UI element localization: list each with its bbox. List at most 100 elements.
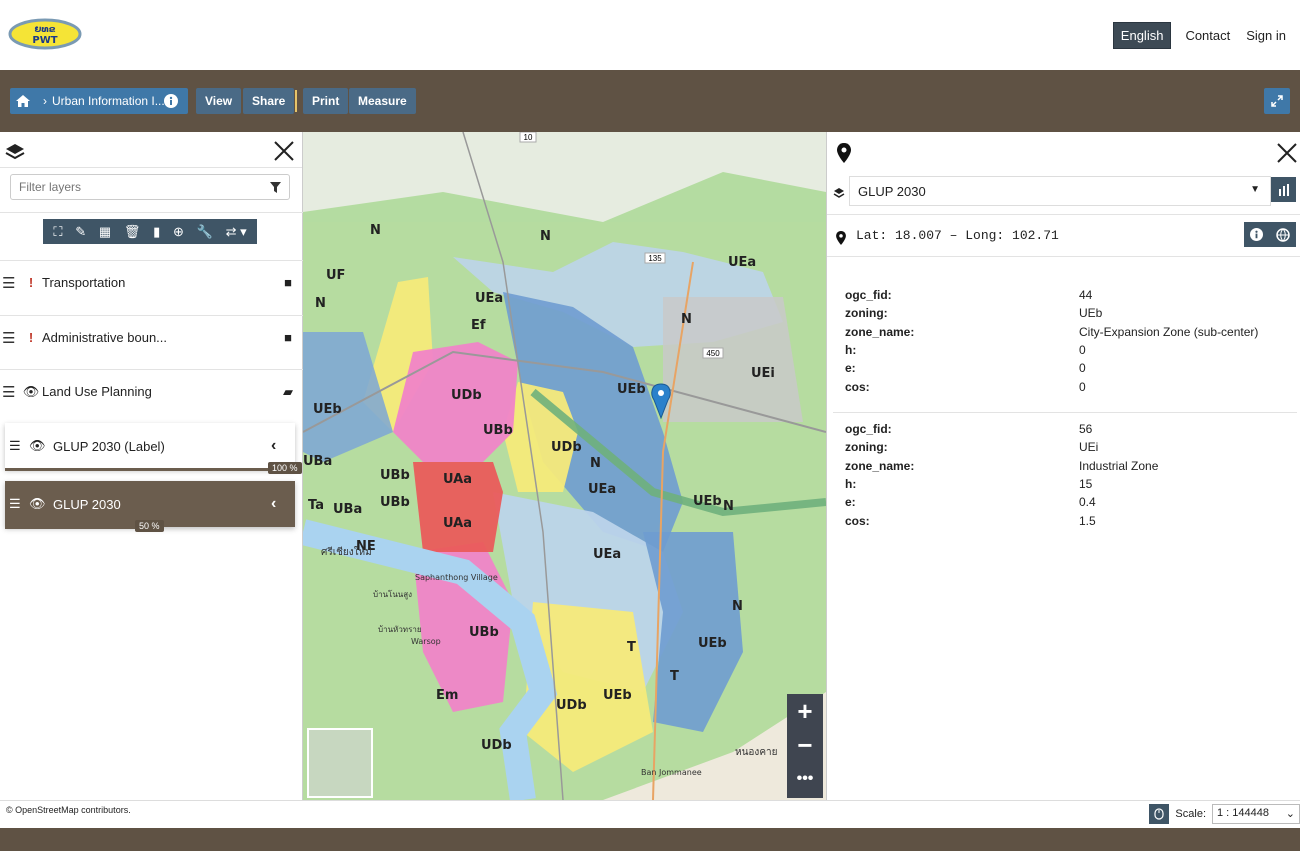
- trash-icon[interactable]: 🗑: [124, 224, 141, 240]
- layer-row-administrative[interactable]: ☰ ! Administrative boun... ■: [0, 315, 303, 359]
- coordinates-readout: Lat: 18.007 – Long: 102.71: [856, 228, 1059, 243]
- zoom-out-button[interactable]: −: [787, 728, 823, 762]
- opacity-slider[interactable]: [5, 526, 150, 529]
- zoom-to-extent-icon[interactable]: ⛶: [53, 224, 62, 240]
- eraser-icon[interactable]: ✎: [75, 224, 86, 240]
- zone-label: UBa: [333, 502, 362, 517]
- mouse-position-button[interactable]: [1149, 804, 1170, 824]
- scale-control: Scale: 1 : 144448 ⌄: [1149, 804, 1300, 824]
- bar-chart-icon: [1278, 183, 1289, 196]
- zone-label: UEb: [698, 636, 727, 651]
- zone-label: Em: [436, 688, 458, 703]
- zone-label: UBb: [469, 625, 499, 640]
- feature-attribute: zoning: UEi: [845, 440, 1099, 455]
- eye-icon[interactable]: 👁: [20, 384, 42, 400]
- fullscreen-button[interactable]: [1264, 88, 1290, 114]
- zoom-in-button[interactable]: +: [787, 694, 823, 728]
- folder-icon[interactable]: ■: [273, 275, 303, 290]
- table-icon[interactable]: ▦: [99, 224, 111, 240]
- sign-in-link[interactable]: Sign in: [1244, 23, 1288, 48]
- scale-value: 1 : 144448: [1217, 807, 1269, 819]
- layer-label: Land Use Planning: [42, 384, 152, 399]
- map-canvas[interactable]: 10 135 450 N N UF N UEa Ef UEa N UEb UEi…: [303, 132, 826, 800]
- filter-icon[interactable]: [270, 182, 281, 193]
- feature-record: ogc_fid: 44 zoning: UEb zone_name: City-Exp…: [845, 286, 1285, 396]
- divider: [827, 256, 1300, 257]
- globe-icon[interactable]: [1276, 227, 1290, 242]
- drag-handle-icon[interactable]: ☰: [2, 329, 20, 347]
- zone-label: N: [315, 296, 326, 311]
- drag-handle-icon[interactable]: ☰: [2, 383, 20, 401]
- measure-button[interactable]: Measure: [349, 88, 416, 114]
- opacity-slider[interactable]: [5, 468, 295, 471]
- feature-attribute: cos: 1.5: [845, 513, 1096, 528]
- chart-button[interactable]: [1271, 177, 1296, 202]
- zone-label: UBb: [483, 423, 513, 438]
- download-icon[interactable]: ⊕: [173, 224, 184, 240]
- eye-icon[interactable]: 👁: [29, 438, 49, 454]
- chevron-down-icon: ⌄: [1285, 808, 1295, 820]
- drag-handle-icon[interactable]: ☰: [2, 274, 20, 292]
- breadcrumb-title[interactable]: Urban Information I...: [52, 94, 164, 108]
- chevron-left-icon[interactable]: ‹: [271, 495, 295, 513]
- toolbar-divider: [295, 90, 297, 112]
- feature-attribute: e: 0: [845, 361, 1086, 376]
- filter-layers-input[interactable]: [10, 174, 290, 200]
- layers-icon: [5, 144, 25, 160]
- map-layer: 10 135 450 N N UF N UEa Ef UEa N UEb UEi…: [303, 132, 826, 800]
- top-header: ຍທຂ PWT English Contact Sign in: [0, 0, 1300, 70]
- map-attribution[interactable]: © OpenStreetMap contributors.: [6, 805, 131, 815]
- zone-label: UEa: [593, 547, 621, 562]
- scale-label: Scale:: [1175, 808, 1206, 820]
- home-icon[interactable]: [16, 95, 38, 107]
- info-icon[interactable]: [164, 94, 182, 108]
- overview-minimap[interactable]: [307, 728, 373, 798]
- map-marker-icon: [836, 231, 846, 245]
- road-label: 450: [706, 349, 720, 358]
- contact-link[interactable]: Contact: [1183, 23, 1232, 48]
- print-button[interactable]: Print: [303, 88, 349, 114]
- drag-handle-icon[interactable]: ☰: [9, 496, 29, 512]
- layer-select[interactable]: GLUP 2030 ▼: [849, 176, 1271, 206]
- zone-label: UEb: [603, 688, 632, 703]
- share-button[interactable]: Share: [243, 88, 295, 114]
- language-button[interactable]: English: [1112, 22, 1172, 49]
- more-options-button[interactable]: •••: [787, 762, 823, 796]
- svg-text:PWT: PWT: [32, 35, 57, 46]
- map-footer: © OpenStreetMap contributors. Scale: 1 :…: [0, 800, 1300, 828]
- layer-row-transportation[interactable]: ☰ ! Transportation ■: [0, 260, 303, 304]
- layer-label: Administrative boun...: [42, 330, 168, 345]
- zone-label: UEa: [588, 482, 616, 497]
- mouse-icon: [1154, 808, 1165, 820]
- pwt-logo[interactable]: ຍທຂ PWT: [8, 16, 82, 52]
- zone-label: N: [732, 599, 743, 614]
- close-icon[interactable]: [1276, 142, 1298, 164]
- zone-label: N: [540, 229, 551, 244]
- feature-attribute: h: 15: [845, 477, 1093, 492]
- wrench-icon[interactable]: 🔧: [197, 224, 213, 240]
- feature-attribute: h: 0: [845, 343, 1086, 358]
- feature-record: ogc_fid: 56 zoning: UEi zone_name: Industri…: [845, 420, 1285, 530]
- bottom-bar: [0, 828, 1300, 851]
- breadcrumb[interactable]: › Urban Information I...: [10, 88, 188, 114]
- opacity-value: 100 %: [268, 462, 302, 474]
- info-icon[interactable]: [1250, 228, 1264, 241]
- feature-attribute: ogc_fid: 56: [845, 422, 1093, 437]
- chart-icon[interactable]: ▮: [153, 224, 160, 240]
- scale-select[interactable]: 1 : 144448 ⌄: [1212, 804, 1300, 824]
- folder-open-icon[interactable]: ▰: [273, 384, 303, 400]
- chevron-left-icon[interactable]: ‹: [271, 437, 295, 455]
- layer-row-land-use[interactable]: ☰ 👁 Land Use Planning ▰: [0, 369, 303, 413]
- swap-icon[interactable]: ⇄ ▾: [226, 224, 247, 240]
- zone-label: UBa: [303, 454, 332, 469]
- sublayer-glup-label[interactable]: ☰ 👁 GLUP 2030 (Label) ‹: [5, 423, 295, 469]
- view-button[interactable]: View: [196, 88, 242, 114]
- zone-label: UEa: [728, 255, 756, 270]
- warning-icon: !: [28, 330, 34, 345]
- folder-icon[interactable]: ■: [273, 330, 303, 345]
- eye-icon[interactable]: 👁: [29, 496, 49, 512]
- close-icon[interactable]: [273, 140, 295, 162]
- feature-info-panel: GLUP 2030 ▼ Lat: 18.007 – Long: 102.71 o…: [826, 132, 1300, 800]
- sublayer-label: GLUP 2030: [53, 496, 121, 512]
- drag-handle-icon[interactable]: ☰: [9, 438, 29, 454]
